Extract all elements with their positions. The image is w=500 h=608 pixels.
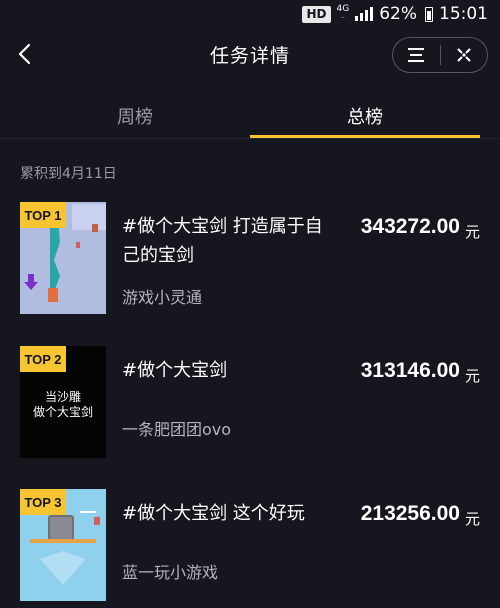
rank-badge: TOP 2 bbox=[20, 346, 66, 372]
item-author[interactable]: 蓝一玩小游戏 bbox=[122, 559, 218, 583]
rank-badge: TOP 1 bbox=[20, 202, 66, 228]
ranking-item-3[interactable]: TOP 3 #做个大宝剑 这个好玩 蓝一玩小游戏 213256.00 元 bbox=[0, 489, 500, 605]
item-author[interactable]: 一条肥团团ovo bbox=[122, 416, 231, 440]
cumulative-date-label: 累积到4月11日 bbox=[20, 166, 117, 182]
network-label: 4G bbox=[336, 4, 350, 14]
thumbnail-caption-line-1: 当沙雕 bbox=[44, 390, 81, 404]
item-title[interactable]: #做个大宝剑 这个好玩 bbox=[122, 499, 332, 528]
item-unit: 元 bbox=[464, 367, 480, 385]
network-indicator: 4G ‧‧ bbox=[336, 4, 350, 23]
ranking-item-2[interactable]: 当沙雕 做个大宝剑 TOP 2 #做个大宝剑 一条肥团团ovo 313146.0… bbox=[0, 346, 500, 462]
mini-program-capsule bbox=[392, 37, 488, 73]
item-title[interactable]: #做个大宝剑 打造属于自己的宝剑 bbox=[122, 212, 332, 270]
clock: 15:01 bbox=[439, 4, 488, 24]
item-title[interactable]: #做个大宝剑 bbox=[122, 356, 332, 385]
video-thumbnail-3[interactable]: TOP 3 bbox=[20, 489, 106, 601]
rank-badge: TOP 3 bbox=[20, 489, 66, 515]
status-bar: HD 4G ‧‧ 62% 15:01 bbox=[0, 0, 500, 28]
menu-icon bbox=[408, 48, 425, 62]
tabs-divider bbox=[0, 138, 500, 139]
header: 任务详情 bbox=[0, 28, 500, 80]
page-title: 任务详情 bbox=[209, 44, 290, 67]
item-author[interactable]: 游戏小灵通 bbox=[122, 284, 202, 308]
battery-icon bbox=[425, 6, 433, 22]
item-unit: 元 bbox=[464, 510, 480, 528]
video-thumbnail-1[interactable]: TOP 1 bbox=[20, 202, 106, 314]
close-button[interactable] bbox=[441, 38, 488, 72]
signal-icon bbox=[355, 7, 374, 21]
battery-percent: 62% bbox=[379, 4, 417, 24]
tab-overall[interactable]: 总榜 bbox=[250, 94, 480, 138]
tab-weekly[interactable]: 周榜 bbox=[0, 94, 270, 138]
hd-badge: HD bbox=[302, 5, 331, 23]
back-arrow-icon[interactable] bbox=[14, 42, 38, 66]
close-icon bbox=[457, 48, 471, 62]
item-amount: 213256.00 bbox=[360, 502, 460, 525]
item-unit: 元 bbox=[464, 223, 480, 241]
more-menu-button[interactable] bbox=[393, 38, 440, 72]
ranking-tabs: 周榜 总榜 bbox=[0, 94, 500, 138]
item-amount: 343272.00 bbox=[360, 215, 460, 238]
video-thumbnail-2[interactable]: 当沙雕 做个大宝剑 TOP 2 bbox=[20, 346, 106, 458]
thumbnail-caption-line-2: 做个大宝剑 bbox=[32, 405, 93, 419]
item-amount: 313146.00 bbox=[360, 359, 460, 382]
ranking-item-1[interactable]: TOP 1 #做个大宝剑 打造属于自己的宝剑 游戏小灵通 343272.00 元 bbox=[0, 202, 500, 318]
